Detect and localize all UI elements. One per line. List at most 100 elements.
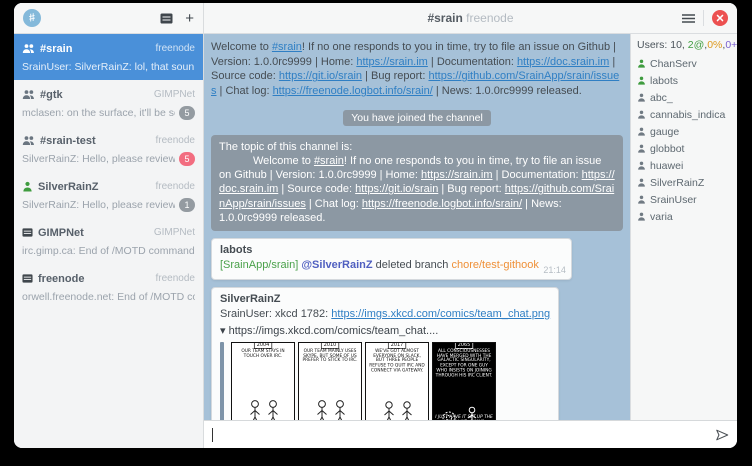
send-icon — [714, 428, 730, 442]
sidebar-item-gtk[interactable]: #gtk GIMPNet mclasen: on the surface, it… — [14, 80, 203, 126]
user-list-item[interactable]: huawei — [637, 157, 731, 174]
chat-network: GIMPNet — [154, 227, 195, 238]
user-list-item[interactable]: SrainUser — [637, 191, 731, 208]
chat-network: freenode — [156, 181, 195, 192]
user-list-item[interactable]: gauge — [637, 123, 731, 140]
xkcd-comic-image: 2004 OUR TEAM STAYS IN TOUCH OVER IRC. 2… — [231, 342, 496, 421]
sidebar-item-gimpnet[interactable]: GIMPNet GIMPNet irc.gimp.ca: End of /MOT… — [14, 218, 203, 264]
nick: SrainUser — [650, 194, 697, 206]
user-list-item[interactable]: globbot — [637, 140, 731, 157]
channel-link[interactable]: #srain — [314, 155, 344, 167]
comic-panel-2: 2010 OUR TEAM MAINLY USES SKYPE, BUT SOM… — [298, 342, 362, 421]
preview-expander[interactable]: ▾ https://imgs.xkcd.com/comics/team_chat… — [220, 324, 550, 339]
menu-button[interactable] — [682, 14, 695, 23]
preview-quote-bar — [220, 342, 224, 421]
welcome-text: | News: 1.0.0rc9999 released. — [433, 85, 582, 97]
welcome-notice: Welcome to #srain! If no one responds to… — [211, 40, 623, 99]
channel-users-icon — [22, 43, 35, 54]
nick: labots — [650, 75, 678, 87]
panel-caption: OUR TEAM STAYS IN TOUCH OVER IRC. — [234, 349, 292, 359]
chat-list-menu-button[interactable] — [160, 13, 173, 24]
welcome-text: | Bug report: — [362, 70, 428, 82]
chat-name: #srain-test — [40, 135, 96, 147]
channel-users-icon — [22, 89, 35, 100]
person-icon — [637, 59, 646, 68]
message-input[interactable] — [213, 421, 707, 448]
user-list-item[interactable]: cannabis_indica — [637, 106, 731, 123]
nick: abc_ — [650, 92, 673, 104]
panel-caption: OUR TEAM MAINLY USES SKYPE, BUT SOME OF … — [301, 349, 359, 364]
message-body: [SrainApp/srain] @SilverRainZ deleted br… — [220, 258, 539, 273]
sidebar-item-freenode[interactable]: freenode freenode orwell.freenode.net: E… — [14, 264, 203, 310]
user-list-item[interactable]: abc_ — [637, 89, 731, 106]
main-header: #srain freenode — [204, 3, 737, 34]
source-link[interactable]: https://git.io/srain — [279, 70, 362, 82]
chatlog-link[interactable]: https://freenode.logbot.info/srain/ — [362, 198, 522, 210]
nick: globbot — [650, 143, 684, 155]
close-icon — [716, 14, 724, 22]
stick-figures — [302, 398, 358, 421]
chat-name: SilverRainZ — [38, 181, 99, 193]
person-icon — [637, 76, 646, 85]
nick: ChanServ — [650, 58, 697, 70]
user-list-item[interactable]: SilverRainZ — [637, 174, 731, 191]
user-list-item[interactable]: labots — [637, 72, 731, 89]
sidebar-item-silverrainz[interactable]: SilverRainZ freenode SilverRainZ: Hello,… — [14, 172, 203, 218]
topic-text: Welcome to #srain! If no one responds to… — [219, 154, 615, 225]
chat-network: freenode — [156, 273, 195, 284]
chat-name: #srain — [40, 43, 72, 55]
message-list[interactable]: Welcome to #srain! If no one responds to… — [204, 34, 630, 420]
user-list-panel: Users: 10, 2@,0%,0+ ChanServ labots abc_… — [630, 34, 737, 420]
nick: gauge — [650, 126, 679, 138]
xkcd-image-link[interactable]: https://imgs.xkcd.com/comics/team_chat.p… — [331, 308, 550, 320]
chat-preview: SrainUser: SilverRainZ: lol, that soun..… — [22, 61, 195, 73]
person-icon — [637, 144, 646, 153]
user-list-item[interactable]: ChanServ — [637, 55, 731, 72]
person-icon — [637, 178, 646, 187]
chat-preview: SilverRainZ: Hello, please review htt... — [22, 199, 175, 211]
channel-link[interactable]: #srain — [272, 41, 302, 53]
docs-link[interactable]: https://doc.srain.im — [517, 56, 609, 68]
panel-caption: WE'VE GOT ALMOST EVERYONE ON SLACK, BUT … — [368, 349, 426, 373]
joined-notice: You have joined the channel — [343, 110, 491, 126]
message-input-bar — [204, 420, 737, 448]
chat-preview: orwell.freenode.net: End of /MOTD co... — [22, 291, 195, 303]
chat-name: GIMPNet — [38, 227, 84, 239]
unread-mention-badge: 5 — [179, 152, 195, 166]
person-icon — [637, 110, 646, 119]
comic-panel-4: 2065 ALL CONSCIOUSNESSES HAVE MERGED WIT… — [432, 342, 496, 421]
chat-network: GIMPNet — [154, 89, 195, 100]
chat-list-sidebar: # + #srain freen — [14, 3, 204, 448]
chat-preview: mclasen: on the surface, it'll be som... — [22, 107, 175, 119]
user-list-item[interactable]: varia — [637, 208, 731, 225]
message-silverrainz: SilverRainZ SrainUser: xkcd 1782: https:… — [211, 287, 559, 420]
channel-users-icon — [22, 135, 35, 146]
galaxy-and-figure — [436, 404, 492, 421]
chat-list: #srain freenode SrainUser: SilverRainZ: … — [14, 34, 203, 448]
stick-figures — [369, 400, 425, 421]
repo-tag: [SrainApp/srain] — [220, 259, 298, 271]
welcome-text: | Documentation: — [428, 56, 517, 68]
nick: huawei — [650, 160, 683, 172]
sidebar-item-srain-test[interactable]: #srain-test freenode SilverRainZ: Hello,… — [14, 126, 203, 172]
sidebar-item-srain[interactable]: #srain freenode SrainUser: SilverRainZ: … — [14, 34, 203, 80]
header-separator — [703, 10, 704, 26]
chat-preview: SilverRainZ: Hello, please review htt... — [22, 153, 175, 165]
home-link[interactable]: https://srain.im — [421, 169, 493, 181]
unread-badge: 5 — [179, 106, 195, 120]
person-icon — [637, 127, 646, 136]
nick: cannabis_indica — [650, 109, 725, 121]
person-icon — [22, 181, 33, 192]
home-link[interactable]: https://srain.im — [356, 56, 428, 68]
chatlog-link[interactable]: https://freenode.logbot.info/srain/ — [273, 85, 433, 97]
chat-name: #gtk — [40, 89, 63, 101]
title-network: freenode — [466, 11, 513, 25]
message-sender: SilverRainZ — [220, 292, 550, 307]
source-link[interactable]: https://git.io/srain — [355, 183, 438, 195]
send-button[interactable] — [707, 421, 737, 448]
server-icon — [22, 227, 33, 238]
welcome-text: | Chat log: — [217, 85, 273, 97]
nick: varia — [650, 211, 673, 223]
add-chat-button[interactable]: + — [185, 11, 194, 26]
close-button[interactable] — [712, 10, 728, 26]
